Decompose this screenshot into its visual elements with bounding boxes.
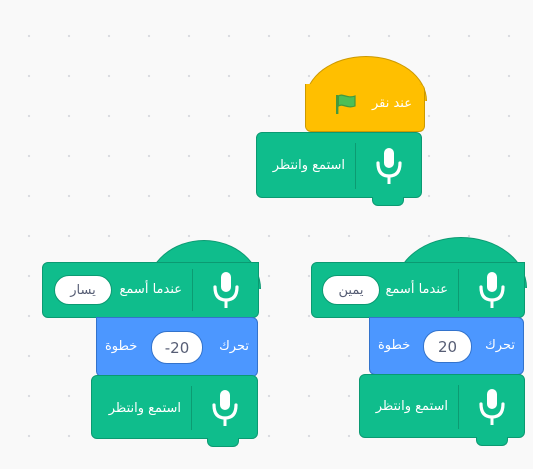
move-steps-block[interactable]: تحرك 20 خطوة xyxy=(369,317,524,375)
listen-and-wait-block[interactable]: استمع وانتظر xyxy=(91,375,258,439)
move-steps-block[interactable]: تحرك -20 خطوة xyxy=(96,317,258,377)
block-separator xyxy=(192,269,193,311)
phrase-input[interactable]: يسار xyxy=(54,275,112,305)
steps-label: خطوة xyxy=(105,339,138,354)
block-bottom-notch xyxy=(476,437,508,446)
when-i-hear-block[interactable]: عندما أسمع يمين xyxy=(311,262,525,318)
steps-input[interactable]: 20 xyxy=(423,330,472,363)
block-bottom-notch xyxy=(207,438,239,447)
steps-label: خطوة xyxy=(378,338,411,353)
when-i-hear-label: عندما أسمع xyxy=(385,282,449,297)
phrase-input[interactable]: يمين xyxy=(322,275,380,305)
microphone-icon xyxy=(479,272,505,308)
move-label: تحرك xyxy=(219,339,249,354)
microphone-icon xyxy=(479,389,505,425)
microphone-icon xyxy=(376,148,402,184)
phrase-value: يمين xyxy=(338,282,364,298)
phrase-value: يسار xyxy=(70,282,96,298)
green-flag-icon xyxy=(336,94,356,114)
steps-input[interactable]: -20 xyxy=(151,331,203,364)
block-separator xyxy=(458,269,459,311)
when-i-hear-label: عندما أسمع xyxy=(119,282,183,297)
steps-value: 20 xyxy=(437,337,458,356)
when-flag-clicked-block[interactable]: عند نقر xyxy=(305,84,425,132)
block-separator xyxy=(191,386,192,430)
when-flag-clicked-label: عند نقر xyxy=(371,96,412,111)
listen-and-wait-block[interactable]: استمع وانتظر xyxy=(256,132,422,198)
block-separator xyxy=(458,385,459,429)
listen-and-wait-block[interactable]: استمع وانتظر xyxy=(359,374,525,438)
block-bottom-notch xyxy=(372,197,404,206)
move-label: تحرك xyxy=(485,338,515,353)
listen-and-wait-label: استمع وانتظر xyxy=(108,401,181,416)
listen-and-wait-label: استمع وانتظر xyxy=(272,158,345,173)
steps-value: -20 xyxy=(164,338,190,357)
microphone-icon xyxy=(213,272,239,308)
block-separator xyxy=(355,143,356,189)
listen-and-wait-label: استمع وانتظر xyxy=(375,399,448,414)
microphone-icon xyxy=(212,390,238,426)
when-i-hear-block[interactable]: عندما أسمع يسار xyxy=(42,262,259,318)
